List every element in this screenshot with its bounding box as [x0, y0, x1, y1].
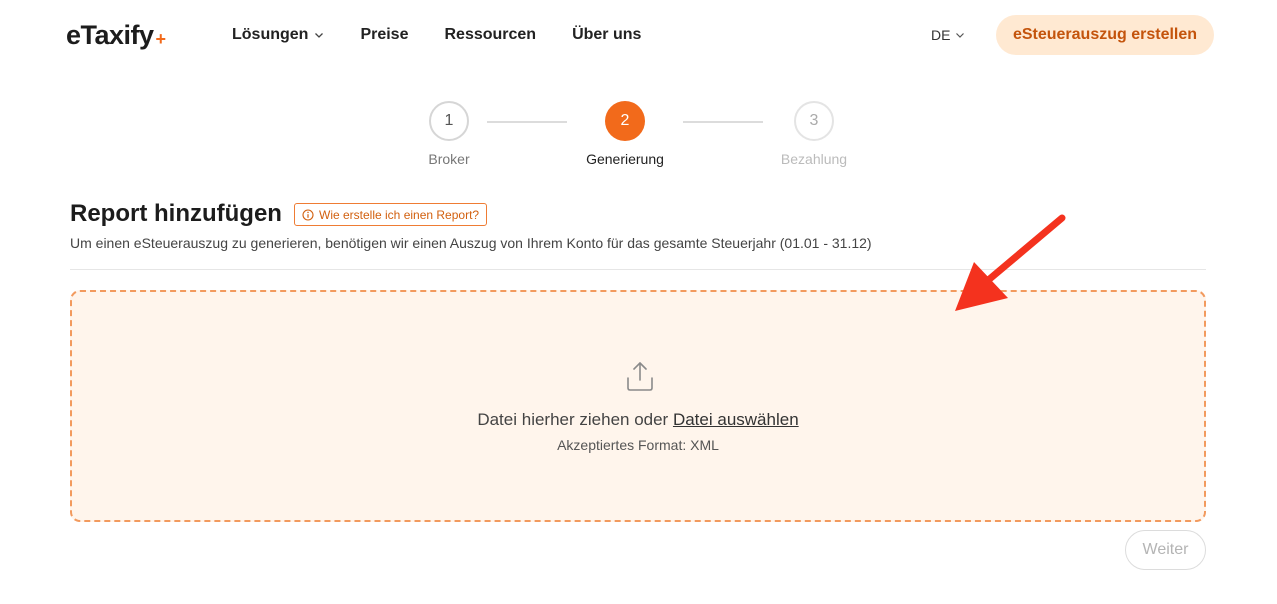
step-generierung: 2 Generierung [565, 101, 685, 167]
chevron-down-icon [956, 33, 965, 38]
page-title: Report hinzufügen [70, 200, 282, 227]
step-bezahlung: 3 Bezahlung [754, 101, 874, 167]
nav-item-preise[interactable]: Preise [360, 24, 408, 46]
nav-item-label: Preise [360, 26, 409, 43]
step-connector [683, 121, 763, 123]
logo[interactable]: eTaxify + [66, 20, 166, 51]
page-subtitle: Um einen eSteuerauszug zu generieren, be… [70, 235, 872, 251]
annotation-arrow-icon [955, 214, 1066, 311]
dropzone-instructions: Datei hierher ziehen oder Datei auswähle… [72, 410, 1204, 430]
logo-text: eTaxify [66, 20, 154, 50]
step-number: 2 [605, 101, 645, 141]
next-button[interactable]: Weiter [1125, 530, 1206, 570]
nav-item-label: Über uns [572, 26, 642, 43]
step-label: Generierung [586, 151, 664, 167]
step-broker[interactable]: 1 Broker [389, 101, 509, 167]
nav-item-ueber-uns[interactable]: Über uns [572, 24, 641, 46]
language-label: DE [931, 27, 951, 43]
accepted-format-text: Akzeptiertes Format: XML [557, 437, 719, 453]
report-help-link[interactable]: Wie erstelle ich einen Report? [294, 203, 488, 226]
nav-item-label: Ressourcen [444, 26, 537, 43]
step-label: Broker [428, 151, 470, 167]
step-label: Bezahlung [780, 151, 848, 167]
step-number: 1 [429, 101, 469, 141]
nav-item-label: Lösungen [232, 26, 309, 43]
logo-plus: + [155, 29, 167, 49]
nav-item-loesungen[interactable]: Lösungen [232, 24, 324, 46]
top-navigation: eTaxify + Lösungen Preise Ressourcen Über… [0, 0, 1277, 72]
file-dropzone[interactable]: Datei hierher ziehen oder Datei auswähle… [70, 290, 1206, 522]
select-file-link[interactable]: Datei auswählen [673, 410, 799, 429]
step-number: 3 [794, 101, 834, 141]
info-icon [302, 208, 314, 221]
create-esteuerauszug-button[interactable]: eSteuerauszug erstellen [996, 15, 1214, 55]
nav-item-ressourcen[interactable]: Ressourcen [444, 24, 536, 46]
main-nav: Lösungen Preise Ressourcen Über uns [232, 24, 641, 46]
language-selector[interactable]: DE [931, 27, 965, 43]
upload-icon [627, 362, 653, 391]
chevron-down-icon [315, 33, 324, 38]
dropzone-text: Datei hierher ziehen oder [477, 410, 673, 429]
help-label: Wie erstelle ich einen Report? [319, 207, 480, 222]
